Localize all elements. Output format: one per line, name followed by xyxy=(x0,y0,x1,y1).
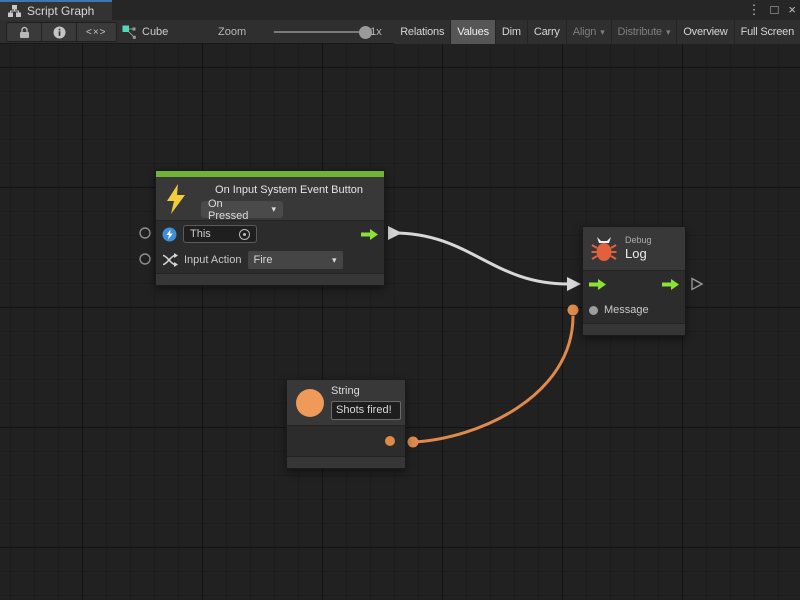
input-action-dropdown[interactable]: Fire ▾ xyxy=(248,251,343,269)
chevron-down-icon: ▾ xyxy=(600,27,604,38)
exec-input-port[interactable] xyxy=(589,279,606,290)
bug-icon xyxy=(591,236,617,262)
input-action-row: Input Action Fire ▾ xyxy=(156,247,384,273)
lightning-icon xyxy=(165,184,187,214)
tab-bar: Script Graph ⋮ □ × xyxy=(0,0,800,20)
zoom-control: Zoom 1x xyxy=(218,20,382,44)
close-icon[interactable]: × xyxy=(788,0,796,20)
toolbar-right-group: Relations Values Dim Carry Align▾ Distri… xyxy=(394,20,800,44)
script-graph-icon xyxy=(8,5,21,17)
lock-icon xyxy=(19,26,30,39)
lock-button[interactable] xyxy=(7,23,41,41)
event-node-footer xyxy=(156,273,384,285)
input-action-icon xyxy=(162,253,178,267)
relations-button[interactable]: Relations xyxy=(394,20,450,44)
window-controls: ⋮ □ × xyxy=(748,0,796,20)
string-value-input[interactable] xyxy=(331,401,401,420)
message-row: Message xyxy=(583,297,685,323)
overview-button[interactable]: Overview xyxy=(677,20,733,44)
wire-end-circle[interactable] xyxy=(568,305,579,316)
chevron-down-icon: ▾ xyxy=(332,255,337,266)
unconnected-exit-triangle[interactable] xyxy=(692,279,702,290)
maximize-icon[interactable]: □ xyxy=(771,0,779,20)
wire-arrowhead[interactable] xyxy=(567,277,581,291)
debug-exec-row xyxy=(583,271,685,297)
zoom-label: Zoom xyxy=(218,26,246,38)
unconnected-port-circle[interactable] xyxy=(140,228,150,238)
full-screen-button[interactable]: Full Screen xyxy=(735,20,800,44)
exec-exit-port[interactable] xyxy=(662,279,679,290)
tab-title: Script Graph xyxy=(27,4,94,18)
carry-button[interactable]: Carry xyxy=(528,20,566,44)
event-target-icon xyxy=(162,227,177,242)
align-dropdown[interactable]: Align▾ xyxy=(567,20,611,44)
object-picker-icon[interactable] xyxy=(239,229,250,240)
node-string-literal[interactable]: String xyxy=(286,379,406,469)
zoom-slider[interactable] xyxy=(274,31,366,33)
control-wire[interactable] xyxy=(394,233,568,284)
unconnected-port-circle[interactable] xyxy=(140,254,150,264)
distribute-dropdown[interactable]: Distribute▾ xyxy=(612,20,677,44)
debug-node-category: Debug xyxy=(625,235,652,246)
toolbar-left-group: <×> xyxy=(6,22,117,42)
graph-canvas[interactable]: On Input System Event Button On Pressed … xyxy=(0,44,800,600)
string-node-footer xyxy=(287,456,405,468)
tab-script-graph[interactable]: Script Graph xyxy=(0,0,112,20)
graph-toolbar: <×> Cube Zoom 1x Relations Values Dim Ca… xyxy=(0,20,800,44)
message-input-port[interactable] xyxy=(589,306,598,315)
inspector-button[interactable] xyxy=(42,23,76,41)
node-on-input-system-event-button[interactable]: On Input System Event Button On Pressed … xyxy=(155,170,385,286)
info-icon xyxy=(53,26,66,39)
graph-name: Cube xyxy=(142,26,168,38)
zoom-slider-handle[interactable] xyxy=(359,26,372,39)
chevron-down-icon: ▾ xyxy=(271,204,276,215)
message-label: Message xyxy=(604,304,649,316)
string-output-port[interactable] xyxy=(385,436,395,446)
value-wire[interactable] xyxy=(413,316,573,442)
wire-start-circle[interactable] xyxy=(408,437,419,448)
values-button[interactable]: Values xyxy=(451,20,495,44)
wire-start-triangle[interactable] xyxy=(388,226,402,240)
graph-asset-icon xyxy=(122,25,136,39)
code-view-button[interactable]: <×> xyxy=(77,23,116,41)
graph-breadcrumb[interactable]: Cube xyxy=(122,20,168,44)
code-view-icon: <×> xyxy=(86,27,107,38)
string-node-title: String xyxy=(331,385,399,397)
input-action-label: Input Action xyxy=(184,254,242,266)
node-debug-log[interactable]: Debug Log Message xyxy=(582,226,686,336)
string-type-icon xyxy=(296,389,324,417)
exec-output-port[interactable] xyxy=(361,229,378,240)
chevron-down-icon: ▾ xyxy=(666,27,670,38)
trigger-dropdown[interactable]: On Pressed ▾ xyxy=(201,201,283,218)
debug-node-title: Log xyxy=(625,246,652,262)
dim-button[interactable]: Dim xyxy=(496,20,527,44)
event-node-title: On Input System Event Button xyxy=(200,184,378,196)
window-menu-icon[interactable]: ⋮ xyxy=(748,0,761,20)
this-field[interactable]: This xyxy=(183,225,257,243)
event-target-row: This xyxy=(156,221,384,247)
debug-node-footer xyxy=(583,323,685,335)
